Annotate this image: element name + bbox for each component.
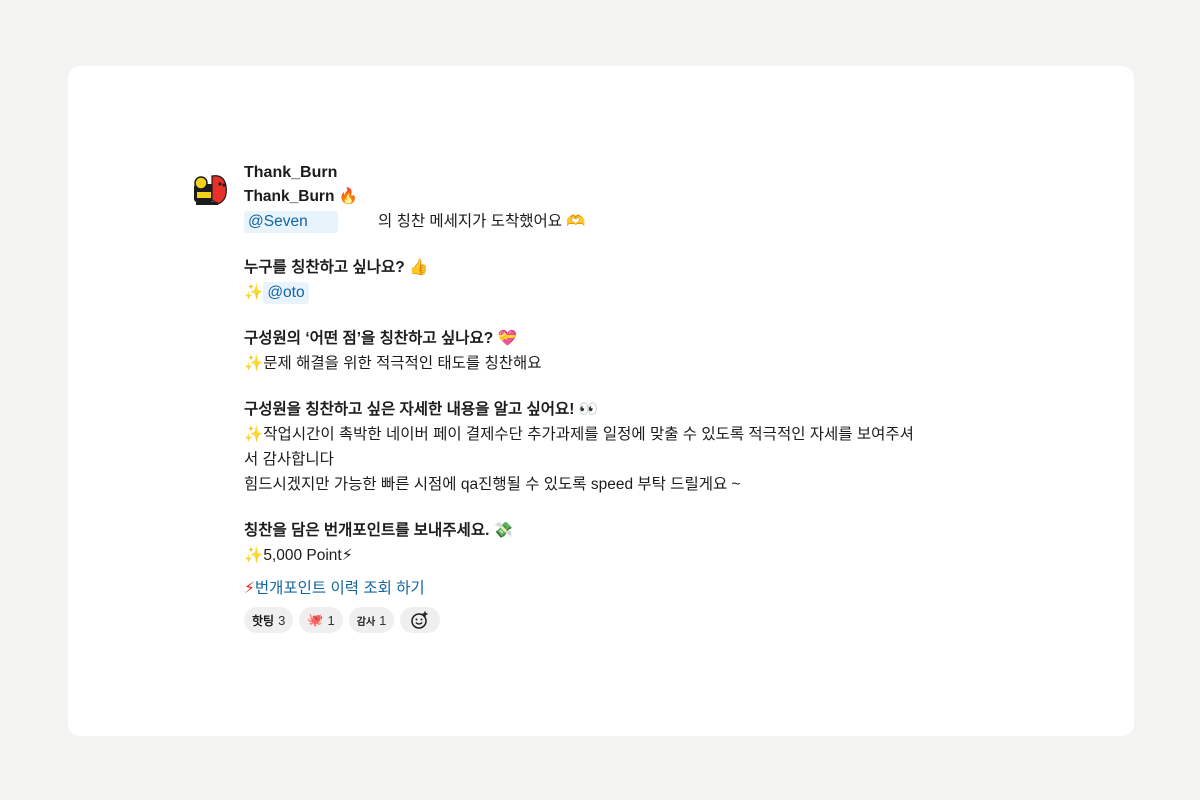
money-wings-icon: 💸 xyxy=(493,521,514,539)
reaction-hotting[interactable]: 핫팅 3 xyxy=(244,607,294,633)
sender-name[interactable]: Thank_Burn xyxy=(244,162,1014,184)
answer-what: ✨문제 해결을 위한 적극적인 태도를 칭찬해요 xyxy=(244,355,542,372)
heart-ribbon-icon: 💝 xyxy=(497,329,517,347)
hotting-emoji-icon: 핫팅 xyxy=(252,613,275,628)
thumbs-up-icon: 👍 xyxy=(409,258,429,276)
sparkles-icon: ✨ xyxy=(244,283,264,301)
question-what: 구성원의 ‘어떤 점’을 칭찬하고 싶나요? 💝 xyxy=(244,326,1014,351)
history-line: ⚡번개포인트 이력 조회 하기 xyxy=(244,576,1014,601)
question-points-text: 칭찬을 담은 번개포인트를 보내주세요. xyxy=(244,522,490,539)
question-who-text: 누구를 칭찬하고 싶나요? xyxy=(244,259,405,276)
message-title: Thank_Burn 🔥 xyxy=(244,184,1014,209)
reaction-count: 1 xyxy=(327,612,335,628)
reaction-octopus[interactable]: 🐙 1 xyxy=(299,607,343,633)
answer-detail-line1: ✨작업시간이 촉박한 네이버 페이 결제수단 추가과제를 일정에 맞출 수 있도… xyxy=(244,426,914,443)
chat-message: Thank_Burn Thank_Burn 🔥 @Seven 의 칭찬 메세지가… xyxy=(192,164,1014,633)
lightning-icon: ⚡ xyxy=(244,579,255,597)
answer-detail-line3: 힘드시겠지만 가능한 빠른 시점에 qa진행될 수 있도록 speed 부탁 드… xyxy=(244,476,741,493)
question-what-text: 구성원의 ‘어떤 점’을 칭찬하고 싶나요? xyxy=(244,330,494,347)
eyes-icon: 👀 xyxy=(578,400,599,418)
octopus-emoji-icon: 🐙 xyxy=(307,612,324,628)
fire-icon: 🔥 xyxy=(338,187,359,205)
reaction-thanks[interactable]: 감사 1 xyxy=(348,607,395,633)
arrived-line: @Seven 의 칭찬 메세지가 도착했어요 🫶 xyxy=(244,209,1014,234)
reaction-count: 1 xyxy=(379,612,387,628)
answer-who: ✨ @oto xyxy=(244,280,1014,305)
mention-sender[interactable]: @Seven xyxy=(244,211,338,233)
arrived-text: 의 칭찬 메세지가 도착했어요 xyxy=(378,213,563,230)
answer-detail-line2: 서 감사합니다 xyxy=(244,451,334,468)
lightning-icon: ⚡ xyxy=(341,546,353,564)
mention-recipient[interactable]: @oto xyxy=(263,282,309,304)
point-history-link[interactable]: 번개포인트 이력 조회 하기 xyxy=(255,580,425,597)
bot-avatar[interactable] xyxy=(192,170,232,210)
sparkles-icon: ✨ xyxy=(244,546,264,564)
reaction-count: 3 xyxy=(278,612,286,628)
question-detail: 구성원을 칭찬하고 싶은 자세한 내용을 알고 싶어요! 👀 xyxy=(244,397,1014,422)
points-value: 5,000 Point xyxy=(263,547,342,564)
question-points: 칭찬을 담은 번개포인트를 보내주세요. 💸 xyxy=(244,518,1014,543)
reaction-bar: 핫팅 3 🐙 1 감사 1 xyxy=(244,607,1014,633)
thanks-emoji-icon: 감사 xyxy=(356,616,376,628)
smiley-plus-icon xyxy=(411,611,428,629)
heart-hands-icon: 🫶 xyxy=(566,212,586,230)
add-reaction-button[interactable] xyxy=(400,607,441,633)
message-card: Thank_Burn Thank_Burn 🔥 @Seven 의 칭찬 메세지가… xyxy=(68,66,1134,736)
question-who: 누구를 칭찬하고 싶나요? 👍 xyxy=(244,255,1014,280)
question-detail-text: 구성원을 칭찬하고 싶은 자세한 내용을 알고 싶어요! xyxy=(244,401,575,418)
title-text: Thank_Burn xyxy=(244,188,335,205)
answer-points: ✨5,000 Point⚡ xyxy=(244,543,1014,568)
